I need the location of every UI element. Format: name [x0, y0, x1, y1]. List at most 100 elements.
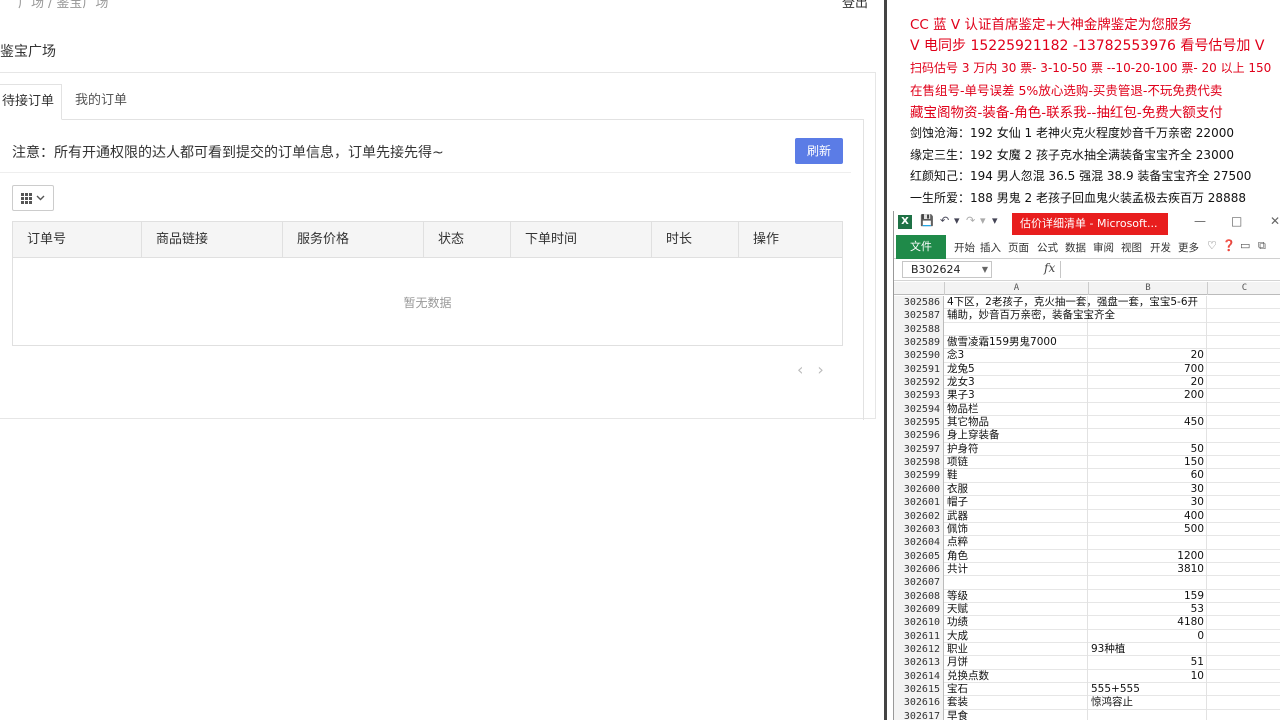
tab-pending-orders[interactable]: 待接订单	[0, 84, 62, 120]
logout-link[interactable]: 登出	[842, 0, 868, 11]
cell-b[interactable]: 1200	[1089, 549, 1207, 563]
row-number[interactable]: 302600	[894, 482, 944, 497]
row-number[interactable]: 302616	[894, 696, 944, 710]
cell-a[interactable]: 天赋	[945, 602, 1088, 617]
cell-b[interactable]: 51	[1089, 656, 1207, 670]
column-header-price[interactable]: 服务价格	[283, 222, 424, 257]
row-number[interactable]: 302595	[894, 416, 944, 430]
cell-a[interactable]: 身上穿装备	[945, 429, 1088, 443]
cell-b[interactable]: 60	[1089, 469, 1207, 483]
column-header-order-id[interactable]: 订单号	[13, 222, 142, 257]
row-number[interactable]: 302598	[894, 456, 944, 470]
breadcrumb-item[interactable]: 广场	[18, 0, 44, 11]
cell-b[interactable]: 93种植	[1089, 642, 1207, 657]
column-header-duration[interactable]: 时长	[652, 222, 739, 257]
row-number[interactable]: 302605	[894, 549, 944, 563]
cell-c[interactable]	[1208, 523, 1280, 536]
heart-icon[interactable]: ♡	[1207, 239, 1217, 252]
cell-a[interactable]: 傲雪凌霜159男鬼7000	[945, 336, 1088, 350]
column-header-c[interactable]: C	[1208, 282, 1280, 295]
redo-dropdown-icon[interactable]: ▾	[980, 214, 986, 227]
undo-icon[interactable]: ↶	[940, 214, 949, 227]
row-number[interactable]: 302587	[894, 309, 944, 323]
cell-c[interactable]	[1208, 550, 1280, 563]
row-number[interactable]: 302596	[894, 429, 944, 443]
cell-b[interactable]	[1089, 336, 1207, 350]
cell-c[interactable]	[1208, 576, 1280, 589]
ribbon-tab-developer[interactable]: 开发	[1150, 240, 1171, 255]
cell-b[interactable]: 20	[1089, 349, 1207, 363]
quick-access-menu-icon[interactable]: ▾	[992, 214, 998, 227]
row-number[interactable]: 302589	[894, 336, 944, 350]
cell-b[interactable]: 4180	[1089, 616, 1207, 630]
cell-b[interactable]: 450	[1089, 416, 1207, 430]
cell-b[interactable]	[1089, 322, 1207, 337]
cell-a[interactable]	[945, 576, 1088, 590]
cell-b[interactable]	[1089, 536, 1207, 550]
cell-a[interactable]: 共计	[945, 562, 1088, 577]
column-header-a[interactable]: A	[945, 282, 1089, 295]
cell-c[interactable]	[1208, 656, 1280, 669]
column-header-status[interactable]: 状态	[424, 222, 511, 257]
cell-c[interactable]	[1208, 696, 1280, 709]
cell-c[interactable]	[1208, 616, 1280, 629]
cell-a[interactable]: 等级	[945, 589, 1088, 603]
cell-b[interactable]: 30	[1089, 496, 1207, 510]
cell-c[interactable]	[1208, 536, 1280, 549]
column-header-actions[interactable]: 操作	[739, 222, 842, 257]
maximize-icon[interactable]: □	[1231, 214, 1242, 228]
cell-a[interactable]	[945, 322, 1088, 337]
cell-a[interactable]: 龙兔5	[945, 362, 1088, 377]
ribbon-minimize-icon[interactable]: ▭	[1240, 239, 1250, 252]
cell-c[interactable]	[1208, 389, 1280, 402]
cell-a[interactable]: 辅助，妙音百万亲密，装备宝宝齐全	[945, 309, 1115, 323]
cell-b[interactable]: 惊鸿容止	[1089, 696, 1207, 710]
column-header-b[interactable]: B	[1089, 282, 1208, 295]
ribbon-restore-icon[interactable]: ⧉	[1258, 239, 1266, 253]
cell-b[interactable]	[1089, 576, 1207, 590]
ribbon-tab-data[interactable]: 数据	[1065, 240, 1086, 255]
function-icon[interactable]: fx	[1044, 261, 1055, 275]
row-number[interactable]: 302588	[894, 322, 944, 337]
cell-b[interactable]: 200	[1089, 389, 1207, 403]
row-number[interactable]: 302614	[894, 669, 944, 683]
cell-c[interactable]	[1208, 496, 1280, 509]
cell-a[interactable]: 月饼	[945, 656, 1088, 670]
cell-b[interactable]: 159	[1089, 589, 1207, 603]
cell-a[interactable]: 兑换点数	[945, 669, 1088, 683]
redo-icon[interactable]: ↷	[966, 214, 975, 227]
ribbon-tab-home[interactable]: 开始	[954, 240, 975, 255]
cell-a[interactable]: 早食	[945, 709, 1088, 720]
ribbon-tab-insert[interactable]: 插入	[980, 240, 1001, 255]
cell-a[interactable]: 其它物品	[945, 416, 1088, 430]
cell-c[interactable]	[1208, 643, 1280, 656]
cell-c[interactable]	[1208, 670, 1280, 683]
row-number[interactable]: 302591	[894, 362, 944, 377]
row-number[interactable]: 302611	[894, 629, 944, 643]
close-icon[interactable]: ✕	[1270, 214, 1280, 228]
cell-c[interactable]	[1208, 510, 1280, 523]
column-header-product-link[interactable]: 商品链接	[142, 222, 283, 257]
cell-c[interactable]	[1208, 416, 1280, 429]
cell-a[interactable]: 护身符	[945, 442, 1088, 457]
ribbon-tab-more[interactable]: 更多	[1178, 240, 1199, 255]
cell-b[interactable]: 700	[1089, 362, 1207, 377]
cell-c[interactable]	[1208, 456, 1280, 469]
minimize-icon[interactable]: —	[1194, 214, 1206, 228]
cell-a[interactable]: 鞋	[945, 469, 1088, 483]
cell-b[interactable]: 50	[1089, 442, 1207, 457]
row-number[interactable]: 302610	[894, 616, 944, 630]
cell-b[interactable]	[1089, 709, 1207, 720]
cell-c[interactable]	[1208, 336, 1280, 349]
cell-a[interactable]: 4下区，2老孩子，克火抽一套，强盘一套，宝宝5-6开	[945, 296, 1198, 310]
cell-c[interactable]	[1208, 683, 1280, 696]
cell-b[interactable]: 555+555	[1089, 682, 1207, 697]
row-number[interactable]: 302597	[894, 442, 944, 457]
next-page-button[interactable]: ›	[817, 360, 837, 379]
cell-c[interactable]	[1208, 403, 1280, 416]
cell-a[interactable]: 点粹	[945, 536, 1088, 550]
cell-a[interactable]: 帽子	[945, 496, 1088, 510]
row-number[interactable]: 302603	[894, 522, 944, 537]
cell-c[interactable]	[1208, 483, 1280, 496]
row-number[interactable]: 302602	[894, 509, 944, 523]
